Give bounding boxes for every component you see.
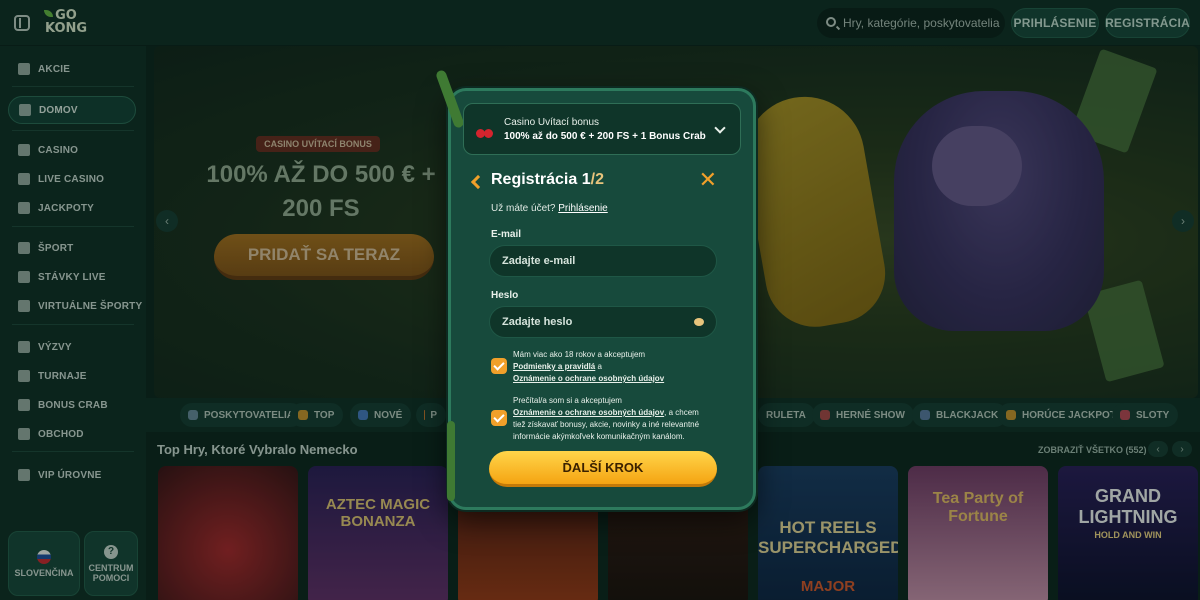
privacy-link[interactable]: Oznámenie o ochrane osobných údajov [513, 374, 664, 383]
vine-decoration [447, 421, 455, 501]
have-account-text: Už máte účet? Prihlásenie [491, 203, 608, 214]
email-field[interactable]: Zadajte e-mail [489, 245, 717, 277]
registration-modal: Casino Uvítací bonus 100% až do 500 € + … [435, 69, 756, 510]
back-arrow-icon[interactable] [470, 174, 486, 190]
email-label: E-mail [491, 229, 522, 240]
login-link[interactable]: Prihlásenie [558, 203, 607, 214]
consent-marketing-checkbox[interactable] [491, 410, 507, 426]
privacy-link[interactable]: Oznámenie o ochrane osobných údajov [513, 408, 664, 417]
cherry-icon [476, 120, 494, 138]
consent-terms-checkbox[interactable] [491, 358, 507, 374]
close-icon[interactable]: ✕ [699, 169, 717, 191]
eye-icon[interactable] [694, 318, 704, 326]
modal-title: Registrácia 1/2 [491, 171, 604, 188]
next-step-button[interactable]: ĎALŠÍ KROK [489, 451, 717, 487]
consent-marketing-text: Prečítal/a som si a akceptujem Oznámenie… [513, 396, 700, 441]
password-label: Heslo [491, 290, 519, 301]
bonus-selector[interactable]: Casino Uvítací bonus 100% až do 500 € + … [463, 103, 741, 155]
terms-link[interactable]: Podmienky a pravidlá [513, 362, 595, 371]
consent-terms-text: Mám viac ako 18 rokov a akceptujem Podmi… [513, 350, 665, 383]
chevron-down-icon[interactable] [714, 122, 726, 134]
password-field[interactable]: Zadajte heslo [489, 306, 717, 338]
